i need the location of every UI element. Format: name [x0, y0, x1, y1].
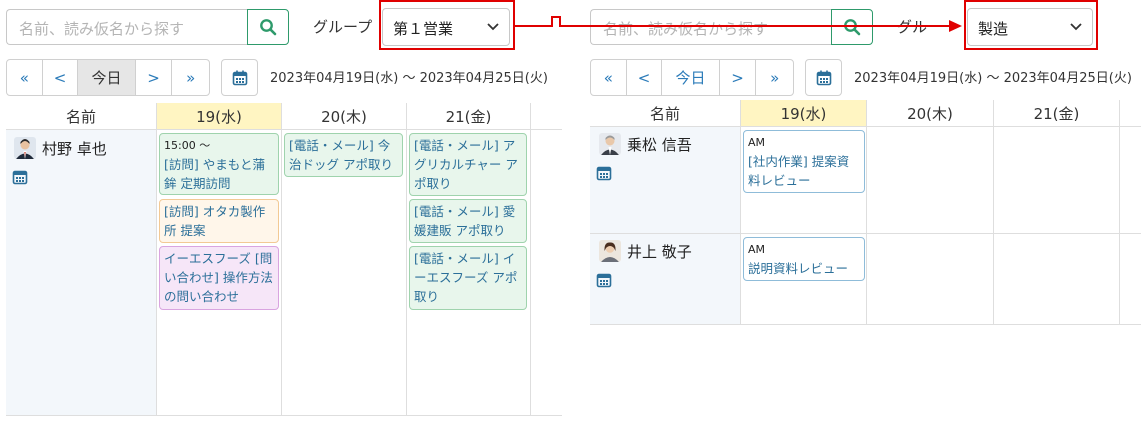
event-text: イーエスフーズ [問い合わせ] 操作方法の問い合わせ [164, 251, 273, 304]
event-time: AM [748, 136, 766, 149]
first-button[interactable]: « [7, 60, 43, 95]
event-text: [電話・メール] 愛媛建販 アポ取り [414, 204, 516, 238]
row-divider [590, 233, 1141, 234]
group-select-value: 第１営業 [393, 20, 454, 38]
header-day: 20(木) [282, 103, 407, 130]
search-button[interactable] [831, 9, 873, 45]
header-day: 20(木) [867, 100, 994, 127]
first-button[interactable]: « [591, 60, 627, 95]
event-card[interactable]: [電話・メール] 今治ドッグ アポ取り [284, 133, 403, 177]
calendar-icon [232, 70, 247, 85]
header-day: 19(水) [741, 100, 867, 127]
row-divider [6, 415, 562, 416]
header-name: 名前 [6, 103, 157, 130]
group-label: グル [897, 18, 928, 36]
prev-button[interactable]: < [627, 60, 663, 95]
event-card[interactable]: イーエスフーズ [問い合わせ] 操作方法の問い合わせ [159, 246, 279, 310]
event-card[interactable]: [電話・メール] 愛媛建販 アポ取り [409, 199, 527, 243]
schedule-grid: 名前 19(水) 20(木) 21(金) 乗松 信吾 AM [社内作業] 提案資… [590, 100, 1141, 325]
event-text: [訪問] オタカ製作所 提案 [164, 204, 266, 238]
schedule-panel-left: 名前、読み仮名から探す グループ 第１営業 « < 今日 > » 2023年04… [0, 0, 562, 421]
schedule-panel-right: 名前、読み仮名から探す グル 製造 « < 今日 > » 2023年04月19日… [585, 0, 1141, 421]
calendar-icon[interactable] [596, 272, 612, 288]
event-card[interactable]: 15:00 ～ [訪問] やまもと蒲鉾 定期訪問 [159, 133, 279, 195]
date-range: 2023年04月19日(水) ～ 2023年04月25日(火) [854, 71, 1132, 86]
header-day: 21(金) [407, 103, 531, 130]
calendar-icon[interactable] [12, 169, 28, 185]
avatar [14, 137, 36, 159]
calendar-icon[interactable] [596, 165, 612, 181]
chevron-down-icon [1070, 23, 1082, 31]
event-text: [社内作業] 提案資料レビュー [748, 154, 850, 188]
next-button[interactable]: > [136, 60, 173, 95]
group-select[interactable]: 製造 [967, 8, 1093, 46]
calendar-picker-button[interactable] [221, 59, 258, 96]
prev-button[interactable]: < [43, 60, 79, 95]
event-card[interactable]: [訪問] オタカ製作所 提案 [159, 199, 279, 243]
person[interactable]: 乗松 信吾 [599, 133, 692, 155]
search-icon [844, 19, 861, 36]
header-day: 19(水) [157, 103, 282, 130]
header-day-partial [1120, 100, 1141, 127]
group-select[interactable]: 第１営業 [382, 8, 510, 46]
avatar [599, 133, 621, 155]
next-button[interactable]: > [720, 60, 757, 95]
event-text: [訪問] やまもと蒲鉾 定期訪問 [164, 157, 265, 191]
event-card[interactable]: [電話・メール] アグリカルチャー アポ取り [409, 133, 527, 196]
search-icon [260, 19, 277, 36]
date-nav: « < 今日 > » [590, 59, 794, 96]
calendar-picker-button[interactable] [805, 59, 842, 96]
day-column [867, 127, 994, 325]
date-range: 2023年04月19日(水) ～ 2023年04月25日(火) [270, 71, 548, 86]
event-text: 説明資料レビュー [748, 261, 849, 276]
person-name: 村野 卓也 [42, 139, 107, 158]
event-text: [電話・メール] アグリカルチャー アポ取り [414, 138, 518, 191]
event-card[interactable]: AM [社内作業] 提案資料レビュー [743, 130, 865, 193]
group-select-value: 製造 [978, 20, 1009, 38]
avatar [599, 240, 621, 262]
row-divider [590, 324, 1141, 325]
name-column [590, 127, 741, 325]
event-card[interactable]: [電話・メール] イーエスフーズ アポ取り [409, 246, 527, 310]
event-time: AM [748, 243, 766, 256]
person-name: 乗松 信吾 [627, 135, 692, 154]
schedule-grid: 名前 19(水) 20(木) 21(金) 村野 卓也 15:00 ～ [訪問] … [6, 103, 562, 416]
search-placeholder: 名前、読み仮名から探す [603, 20, 769, 38]
event-time: 15:00 ～ [164, 139, 211, 152]
date-nav: « < 今日 > » [6, 59, 210, 96]
event-card[interactable]: AM 説明資料レビュー [743, 237, 865, 281]
today-button[interactable]: 今日 [662, 60, 720, 95]
person[interactable]: 井上 敬子 [599, 240, 692, 262]
day-column [994, 127, 1120, 325]
event-text: [電話・メール] イーエスフーズ アポ取り [414, 251, 518, 304]
header-day-partial [531, 103, 562, 130]
search-placeholder: 名前、読み仮名から探す [19, 20, 185, 38]
event-text: [電話・メール] 今治ドッグ アポ取り [289, 138, 393, 172]
today-button[interactable]: 今日 [78, 60, 136, 95]
name-column [6, 130, 157, 416]
person[interactable]: 村野 卓也 [14, 137, 107, 159]
chevron-down-icon [487, 23, 499, 31]
header-day: 21(金) [994, 100, 1120, 127]
calendar-icon [816, 70, 831, 85]
group-label: グループ [313, 18, 373, 36]
search-input[interactable]: 名前、読み仮名から探す [590, 9, 832, 45]
last-button[interactable]: » [172, 60, 209, 95]
header-name: 名前 [590, 100, 741, 127]
person-name: 井上 敬子 [627, 242, 692, 261]
search-button[interactable] [247, 9, 289, 45]
last-button[interactable]: » [756, 60, 793, 95]
search-input[interactable]: 名前、読み仮名から探す [6, 9, 248, 45]
